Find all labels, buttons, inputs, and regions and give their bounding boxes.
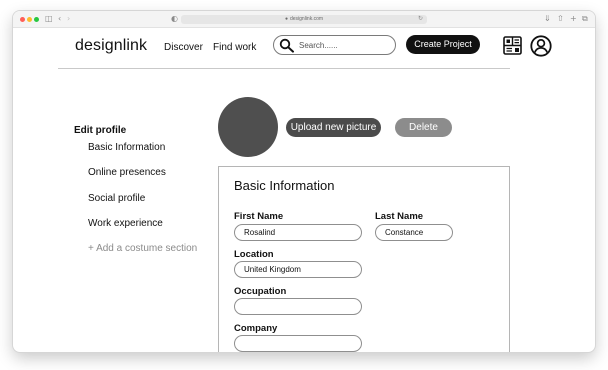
back-icon[interactable]: ‹: [58, 14, 61, 24]
sidebar-item-basic-information[interactable]: Basic Information: [88, 142, 165, 153]
lock-icon: ●: [284, 16, 288, 22]
delete-picture-button[interactable]: Delete: [395, 118, 452, 137]
first-name-label: First Name: [234, 211, 284, 222]
address-bar[interactable]: ● designlink.com ↻: [181, 15, 427, 24]
url-text: designlink.com: [289, 16, 324, 22]
last-name-label: Last Name: [375, 211, 424, 222]
upload-picture-button[interactable]: Upload new picture: [286, 118, 381, 137]
occupation-field[interactable]: [234, 298, 362, 315]
sidebar-item-online-presences[interactable]: Online presences: [88, 167, 166, 178]
edit-profile-heading: Edit profile: [74, 125, 127, 136]
last-name-field[interactable]: [375, 224, 453, 241]
location-field[interactable]: [234, 261, 362, 278]
maximize-window-button[interactable]: [34, 17, 39, 22]
sidebar-icon[interactable]: ◫: [45, 14, 53, 24]
nav-discover[interactable]: Discover: [164, 42, 203, 53]
close-window-button[interactable]: [20, 17, 25, 22]
location-label: Location: [234, 249, 274, 260]
first-name-field[interactable]: [234, 224, 362, 241]
shield-icon[interactable]: ◐: [171, 14, 178, 24]
basic-information-card: Basic Information First Name Last Name L…: [218, 166, 510, 352]
download-icon[interactable]: ⇓: [544, 14, 551, 24]
share-icon[interactable]: ⇧: [557, 14, 564, 24]
user-profile-icon[interactable]: [530, 35, 552, 57]
create-project-button[interactable]: Create Project: [406, 35, 480, 54]
minimize-window-button[interactable]: [27, 17, 32, 22]
search-box[interactable]: [273, 35, 396, 55]
occupation-label: Occupation: [234, 286, 287, 297]
sidebar-item-social-profile[interactable]: Social profile: [88, 193, 145, 204]
dashboard-icon[interactable]: [503, 36, 522, 55]
company-label: Company: [234, 323, 278, 334]
browser-window: ◫ ‹ › ◐ ● designlink.com ↻ ⇓ ⇧ + ⧉ design…: [13, 11, 595, 352]
avatar: [218, 97, 278, 157]
search-icon: [279, 38, 294, 53]
reload-icon[interactable]: ↻: [418, 15, 423, 24]
forward-icon[interactable]: ›: [67, 14, 70, 24]
browser-toolbar: ◫ ‹ › ◐ ● designlink.com ↻ ⇓ ⇧ + ⧉: [13, 11, 595, 28]
add-custom-section-link[interactable]: + Add a costume section: [88, 243, 197, 254]
new-tab-icon[interactable]: +: [570, 14, 577, 24]
company-field[interactable]: [234, 335, 362, 352]
card-title: Basic Information: [234, 178, 335, 193]
tabs-icon[interactable]: ⧉: [582, 14, 588, 24]
search-input[interactable]: [299, 39, 389, 51]
header-divider: [58, 68, 510, 69]
site-logo[interactable]: designlink: [75, 37, 147, 55]
nav-find-work[interactable]: Find work: [213, 42, 256, 53]
sidebar-item-work-experience[interactable]: Work experience: [88, 218, 163, 229]
